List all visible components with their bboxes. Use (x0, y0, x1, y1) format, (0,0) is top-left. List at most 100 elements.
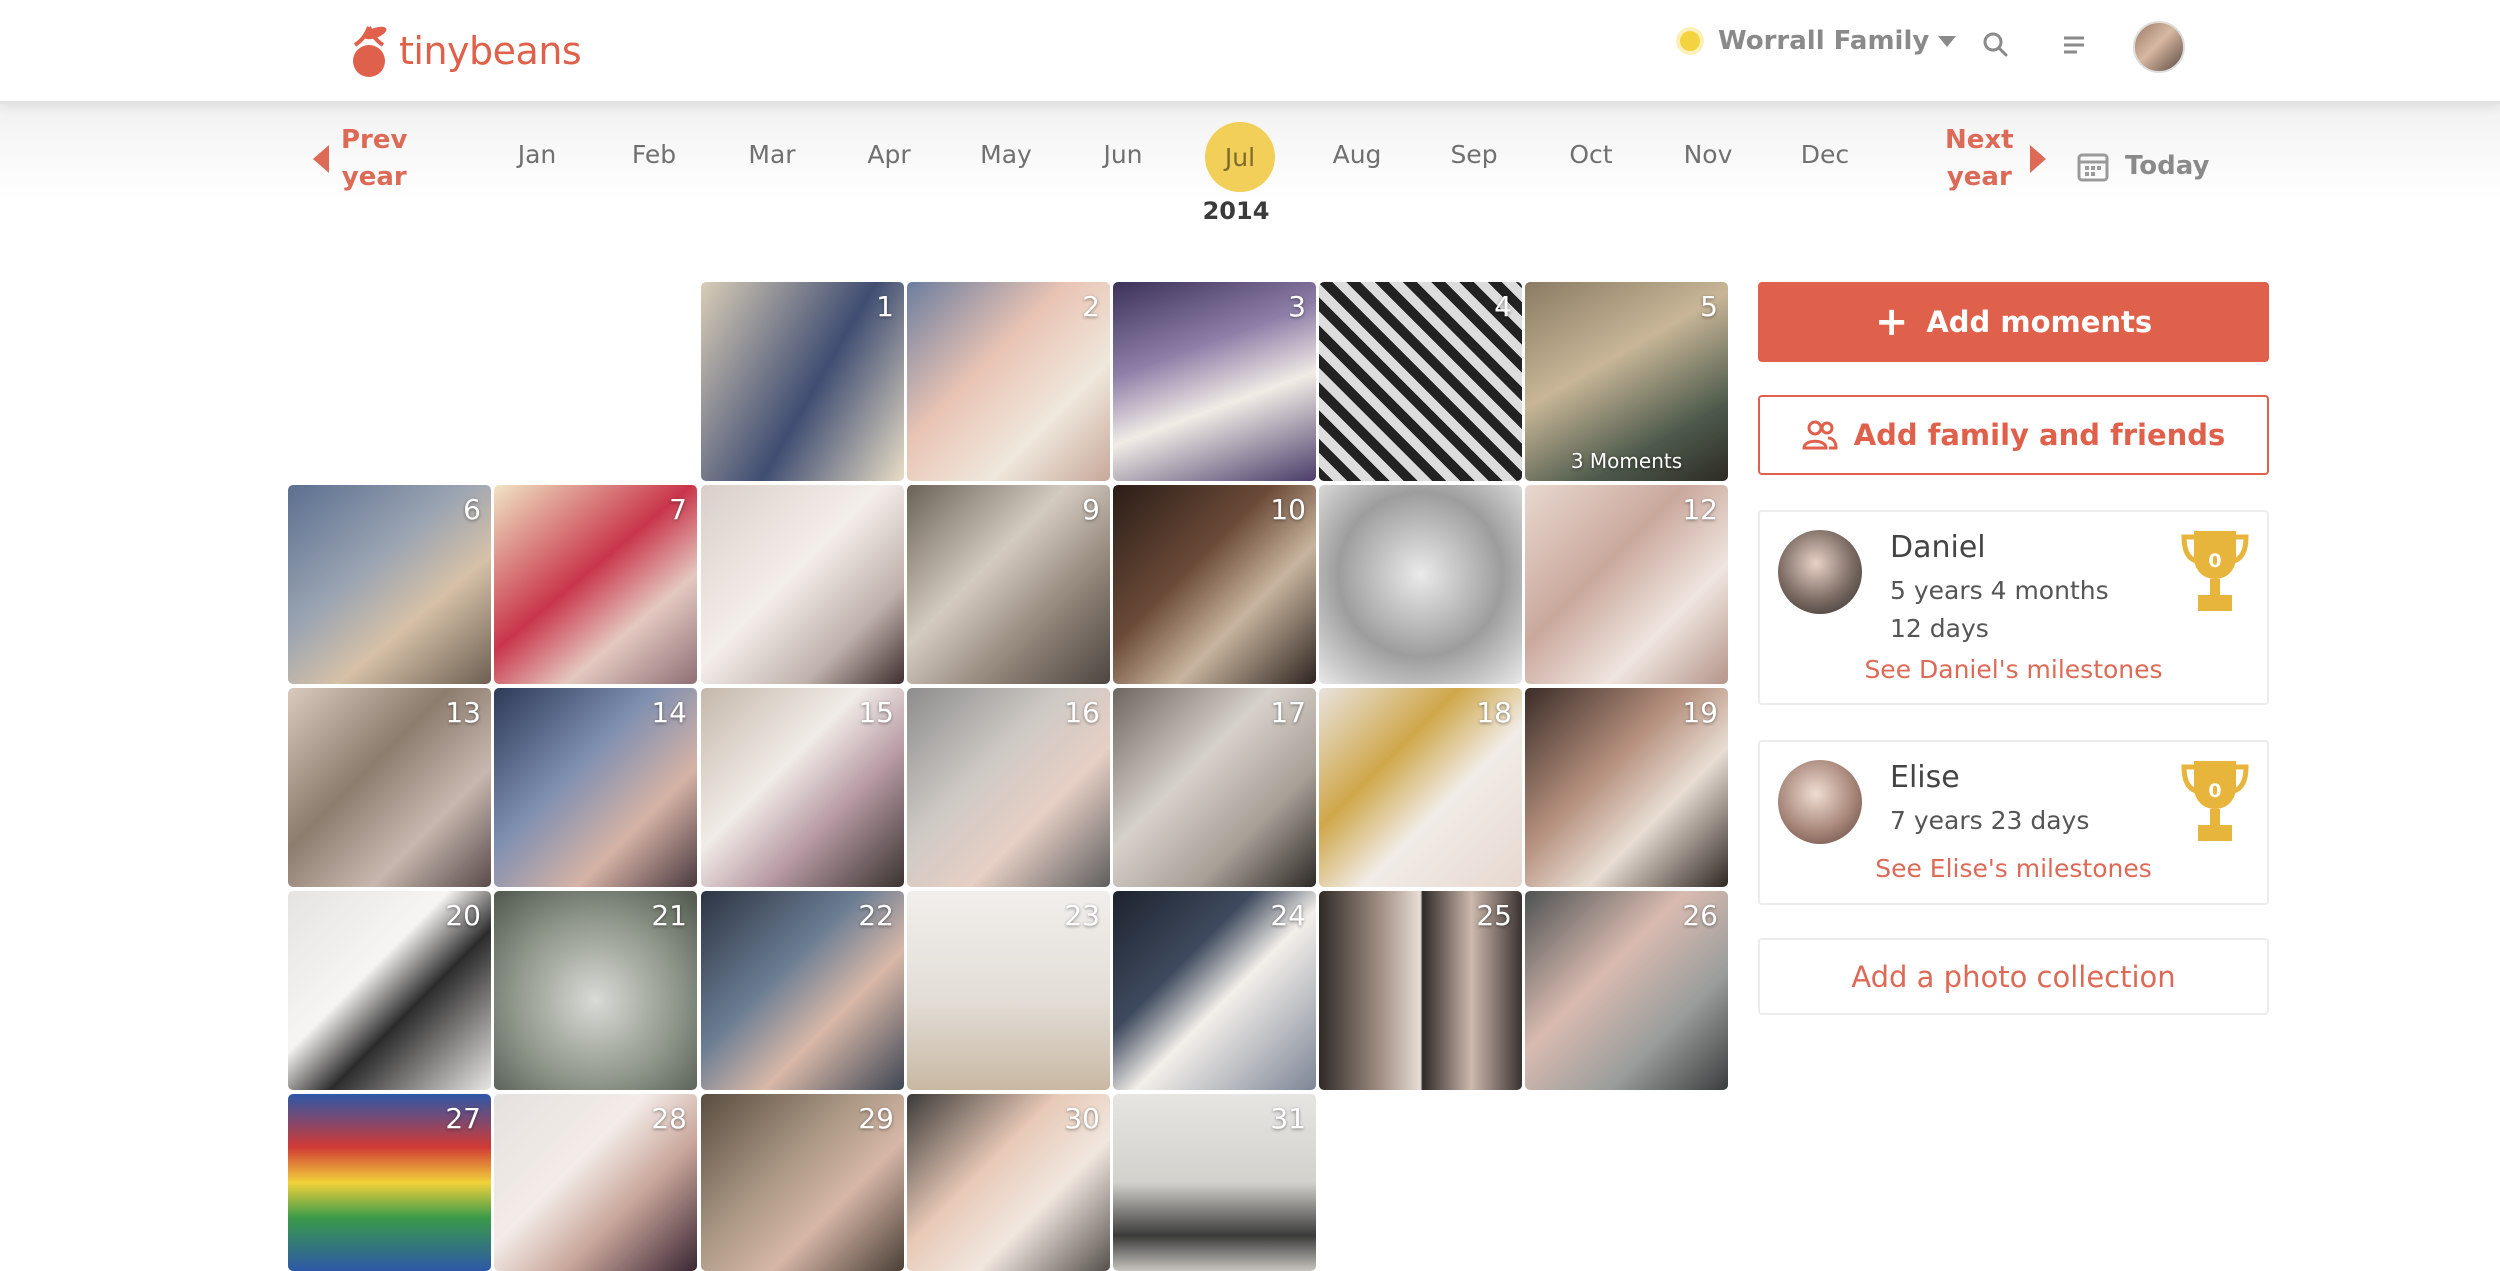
family-name: Worrall Family (1718, 26, 1930, 56)
day-number: 12 (1682, 493, 1718, 526)
add-family-button[interactable]: Add family and friends (1758, 395, 2269, 475)
day-cell-2[interactable]: 2 (907, 282, 1110, 481)
day-number: 18 (1476, 696, 1512, 729)
child-card-daniel: Daniel 5 years 4 months 12 days 0 See Da… (1758, 510, 2269, 705)
child-name: Daniel (1890, 530, 1986, 565)
cherry-logo-icon (353, 26, 387, 77)
day-cell-29[interactable]: 29 (701, 1094, 904, 1271)
milestones-link[interactable]: See Daniel's milestones (1760, 655, 2267, 684)
child-age: 7 years 23 days (1890, 806, 2090, 835)
menu-icon[interactable] (2057, 28, 2091, 62)
top-navigation: tinybeans Worrall Family (0, 0, 2500, 104)
prev-year-button[interactable]: Prev year (313, 122, 407, 196)
day-number: 16 (1064, 696, 1100, 729)
day-number: 28 (651, 1102, 687, 1135)
month-mar[interactable]: Mar (748, 140, 795, 169)
day-cell-13[interactable]: 13 (288, 688, 491, 887)
month-nov[interactable]: Nov (1684, 140, 1733, 169)
day-number: 31 (1270, 1102, 1306, 1135)
day-cell-16[interactable]: 16 (907, 688, 1110, 887)
day-cell-27[interactable]: 27 (288, 1094, 491, 1271)
user-avatar[interactable] (2133, 21, 2185, 73)
current-year: 2014 (1202, 197, 1270, 225)
child-age: 5 years 4 months 12 days (1890, 576, 2109, 643)
day-number: 23 (1064, 899, 1100, 932)
day-cell-30[interactable]: 30 (907, 1094, 1110, 1271)
day-cell-17[interactable]: 17 (1113, 688, 1316, 887)
day-cell-20[interactable]: 20 (288, 891, 491, 1090)
moments-count: 3 Moments (1570, 449, 1683, 473)
day-number: 22 (858, 899, 894, 932)
chevron-right-icon (2029, 145, 2046, 173)
logo-text: tinybeans (399, 29, 582, 73)
day-cell-21[interactable]: 21 (494, 891, 697, 1090)
next-year-button[interactable]: Next year (1945, 122, 2046, 196)
child-avatar (1778, 760, 1862, 844)
day-cell-9[interactable]: 9 (907, 485, 1110, 684)
day-cell-7[interactable]: 7 (494, 485, 697, 684)
day-number: 9 (1082, 493, 1100, 526)
day-cell-1[interactable]: 1 (701, 282, 904, 481)
day-cell-15[interactable]: 15 (701, 688, 904, 887)
month-feb[interactable]: Feb (632, 140, 676, 169)
next-label-year: year (1946, 162, 2012, 192)
month-may[interactable]: May (980, 140, 1032, 169)
plus-icon: + (1874, 299, 1909, 345)
day-cell-4[interactable]: 4 (1319, 282, 1522, 481)
day-cell-14[interactable]: 14 (494, 688, 697, 887)
today-button[interactable]: Today (2077, 150, 2209, 182)
day-cell-25[interactable]: 25 (1319, 891, 1522, 1090)
day-number: 13 (445, 696, 481, 729)
day-cell-22[interactable]: 22 (701, 891, 904, 1090)
month-dec[interactable]: Dec (1801, 140, 1849, 169)
month-oct[interactable]: Oct (1569, 140, 1612, 169)
day-number: 17 (1270, 696, 1306, 729)
add-moments-button[interactable]: + Add moments (1758, 282, 2269, 362)
day-number: 24 (1270, 899, 1306, 932)
day-number: 1 (876, 290, 894, 323)
add-moments-label: Add moments (1926, 305, 2153, 339)
day-number: 10 (1270, 493, 1306, 526)
prev-label-year: year (341, 162, 407, 192)
day-cell-6[interactable]: 6 (288, 485, 491, 684)
prev-label: Prev (341, 125, 408, 155)
add-family-label: Add family and friends (1853, 418, 2226, 452)
day-number: 3 (1288, 290, 1306, 323)
day-cell-12[interactable]: 12 (1525, 485, 1728, 684)
month-jul-active[interactable]: Jul (1205, 122, 1275, 192)
day-number: 26 (1682, 899, 1718, 932)
trophy-count: 0 (2208, 780, 2222, 802)
family-switcher[interactable]: Worrall Family (1680, 26, 1957, 56)
day-cell-3[interactable]: 3 (1113, 282, 1316, 481)
today-label: Today (2125, 151, 2210, 181)
family-dot-icon (1680, 31, 1700, 51)
day-number: 27 (445, 1102, 481, 1135)
day-number: 14 (651, 696, 687, 729)
day-cell-8[interactable] (701, 485, 904, 684)
day-cell-23[interactable]: 23 (907, 891, 1110, 1090)
child-name: Elise (1890, 760, 1960, 795)
trophy-icon (2181, 531, 2249, 611)
day-cell-19[interactable]: 19 (1525, 688, 1728, 887)
day-cell-31[interactable]: 31 (1113, 1094, 1316, 1271)
day-cell-24[interactable]: 24 (1113, 891, 1316, 1090)
day-cell-5[interactable]: 5 3 Moments (1525, 282, 1728, 481)
month-apr[interactable]: Apr (867, 140, 910, 169)
day-cell-11[interactable] (1319, 485, 1522, 684)
trophy-icon (2181, 761, 2249, 841)
month-aug[interactable]: Aug (1333, 140, 1382, 169)
add-photo-collection-button[interactable]: Add a photo collection (1758, 938, 2269, 1015)
milestones-link[interactable]: See Elise's milestones (1760, 854, 2267, 883)
month-jan[interactable]: Jan (518, 140, 557, 169)
day-cell-28[interactable]: 28 (494, 1094, 697, 1271)
day-cell-26[interactable]: 26 (1525, 891, 1728, 1090)
month-jun[interactable]: Jun (1103, 140, 1142, 169)
day-cell-18[interactable]: 18 (1319, 688, 1522, 887)
child-avatar (1778, 530, 1862, 614)
tinybeans-logo[interactable]: tinybeans (343, 22, 582, 80)
people-icon (1802, 420, 1838, 450)
month-sep[interactable]: Sep (1450, 140, 1497, 169)
search-icon[interactable] (1979, 28, 2013, 62)
trophy-count: 0 (2208, 550, 2222, 572)
day-cell-10[interactable]: 10 (1113, 485, 1316, 684)
